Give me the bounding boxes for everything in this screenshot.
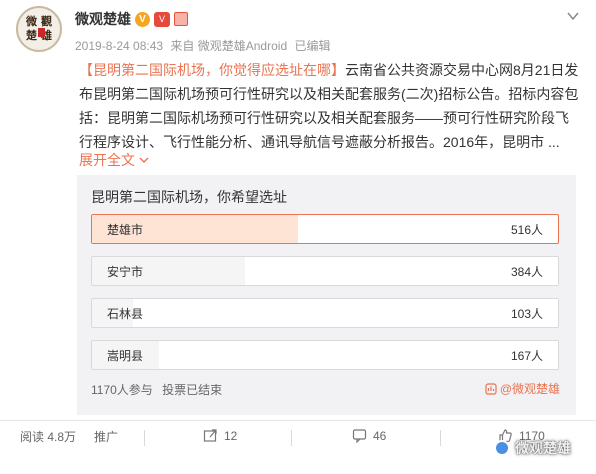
poll-option-4[interactable]: 嵩明县 167人 <box>91 340 559 370</box>
poll-option-label: 楚雄市 <box>107 223 144 237</box>
separator <box>291 430 292 446</box>
chevron-down-icon <box>139 157 149 163</box>
promote-button[interactable]: 推广 <box>94 428 118 445</box>
comment-count: 46 <box>373 428 387 443</box>
verified-v-icon[interactable]: V <box>135 11 150 27</box>
poll-option-1[interactable]: 楚雄市 516人 <box>91 214 559 244</box>
post-time[interactable]: 2019-8-24 08:43 <box>75 39 163 53</box>
read-count: 阅读 4.8万 <box>20 428 76 445</box>
expand-full-text[interactable]: 展开全文 <box>79 150 149 170</box>
expand-label: 展开全文 <box>79 152 135 168</box>
post-edited[interactable]: 已编辑 <box>294 39 330 53</box>
comment-button[interactable]: 46 <box>352 428 386 443</box>
poll-option-label: 嵩明县 <box>107 349 144 363</box>
poll-option-count: 516人 <box>510 223 543 237</box>
poll-participants: 1170人参与 <box>91 383 153 397</box>
poll-footer: 1170人参与 投票已结束 <box>91 381 228 398</box>
post-text: 【昆明第二国际机场，你觉得应选址在哪】云南省公共资源交易中心网8月21日发布昆明… <box>79 58 579 154</box>
avatar-seal-icon <box>38 28 45 37</box>
promote-label: 推广 <box>94 430 119 444</box>
post-meta: 2019-8-24 08:43 来自 微观楚雄Android 已编辑 <box>75 37 334 54</box>
poll-title: 昆明第二国际机场，你希望选址 <box>91 189 287 205</box>
poll-source[interactable]: @微观楚雄 <box>485 380 560 397</box>
poll-option-label: 安宁市 <box>107 265 144 279</box>
author-row: 微观楚雄 V V <box>75 8 188 30</box>
repost-button[interactable]: 12 <box>203 428 237 443</box>
repost-count: 12 <box>224 428 238 443</box>
poll-source-label: @微观楚雄 <box>499 382 560 396</box>
member-badge-icon[interactable]: V <box>154 11 170 27</box>
watermark-label: 微观楚雄 <box>515 440 571 456</box>
weibo-post: 微 觀 楚 雄 微观楚雄 V V 2019-8-24 08:43 来自 微观楚雄… <box>0 0 596 474</box>
poll-option-2[interactable]: 安宁市 384人 <box>91 256 559 286</box>
poll-card: 昆明第二国际机场，你希望选址 楚雄市 516人 安宁市 384人 石林县 103… <box>77 175 576 415</box>
separator <box>144 430 145 446</box>
post-lead[interactable]: 【昆明第二国际机场，你觉得应选址在哪】 <box>79 62 345 78</box>
poll-status: 投票已结束 <box>162 383 223 397</box>
watermark: 微观楚雄 <box>494 438 571 458</box>
poll-option-count: 167人 <box>510 349 543 363</box>
poll-option-count: 103人 <box>510 307 543 321</box>
poll-icon <box>485 382 497 395</box>
avatar[interactable]: 微 觀 楚 雄 <box>16 6 62 52</box>
wechat-logo-icon <box>494 440 510 456</box>
read-count-label: 阅读 4.8万 <box>20 430 77 444</box>
repost-icon <box>203 429 217 442</box>
chevron-down-icon[interactable] <box>566 9 580 23</box>
poll-option-count: 384人 <box>510 265 543 279</box>
poll-option-label: 石林县 <box>107 307 144 321</box>
comment-icon <box>352 429 367 443</box>
separator <box>440 430 441 446</box>
post-source: 来自 微观楚雄Android <box>170 39 288 53</box>
divider <box>0 420 596 421</box>
poll-option-3[interactable]: 石林县 103人 <box>91 298 559 328</box>
author-name[interactable]: 微观楚雄 <box>75 9 131 29</box>
gift-badge-icon[interactable] <box>174 12 188 26</box>
